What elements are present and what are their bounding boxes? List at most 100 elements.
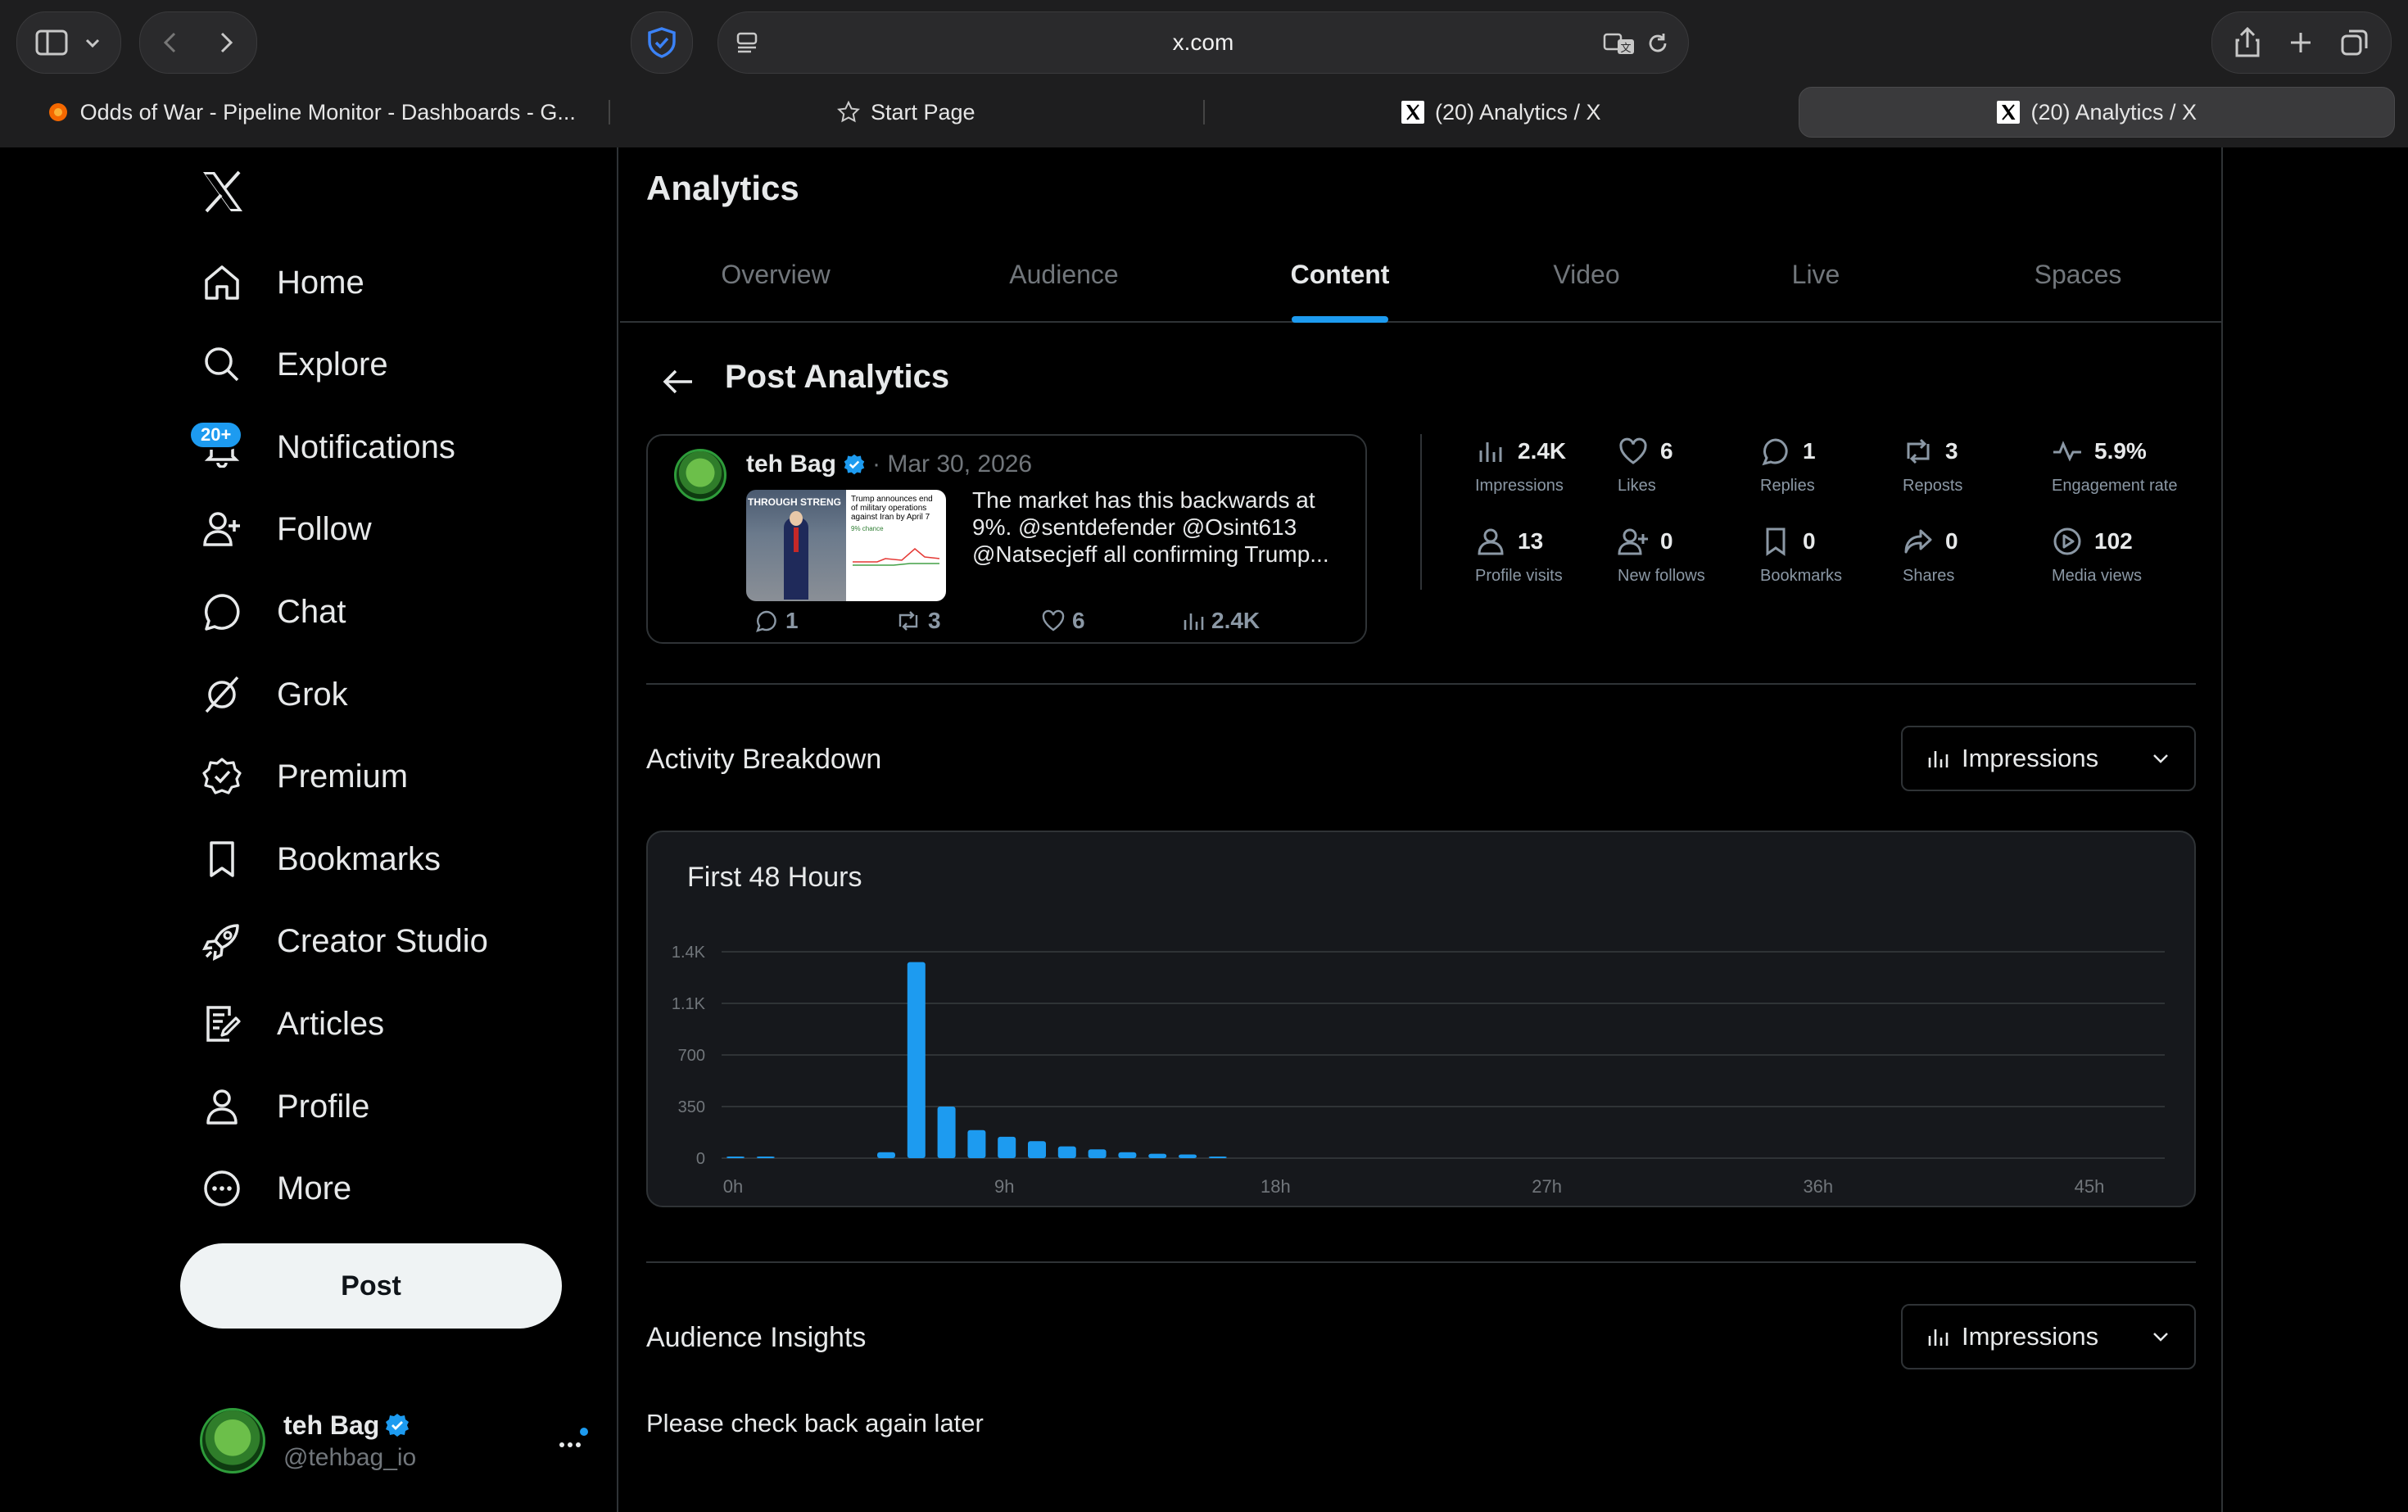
post-button[interactable]: Post [180,1243,562,1329]
post-avatar [674,449,726,501]
post-date: · Mar 30, 2026 [872,450,1033,478]
stats-divider [1420,434,1422,590]
thumbnail-photo: THROUGH STRENG [746,490,846,601]
nav-notifications[interactable]: 20+ Notifications [188,414,455,480]
sidebar-toggle-button[interactable] [16,11,121,74]
chat-icon [200,590,244,634]
bookmark-icon [200,837,244,881]
browser-tab-active[interactable]: (20) Analytics / X [1798,87,2395,138]
tab-audience[interactable]: Audience [998,226,1129,323]
stat-shares: 0 Shares [1903,526,2050,586]
chart-bar [1208,1157,1227,1158]
rocket-icon [200,919,244,963]
y-tick-label: 1.1K [672,995,706,1013]
nav-articles[interactable]: Articles [200,991,384,1057]
heart-icon [1619,437,1647,464]
nav-premium[interactable]: Premium [200,744,408,809]
thumbnail-chart: Trump announces end of military operatio… [846,490,946,601]
browser-tab[interactable]: (20) Analytics / X [1203,87,1799,138]
tab-spaces[interactable]: Spaces [2021,226,2135,323]
tab-overview-icon[interactable] [2340,28,2370,57]
nav-label: Follow [277,510,372,547]
nav-grok[interactable]: Grok [200,662,348,727]
browser-tab[interactable]: Start Page [608,87,1204,138]
stat-impressions: 2.4K Impressions [1475,436,1623,496]
nav-follow[interactable]: Follow [200,496,372,562]
y-tick-label: 1.4K [672,944,706,962]
tab-title: (20) Analytics / X [1434,99,1601,124]
y-tick-label: 0 [696,1150,705,1168]
nav-explore[interactable]: Explore [200,332,388,397]
chart-svg: 0 350 700 1.1K 1.4K 0h 9h 18h 27h 36h 45h [672,944,2165,1197]
chart-bar [907,962,926,1158]
post-likes[interactable]: 6 [1041,608,1085,634]
tab-title: Odds of War - Pipeline Monitor - Dashboa… [79,99,576,124]
bar-chart-icon [1928,751,1949,767]
history-nav [139,11,257,74]
nav-home[interactable]: Home [200,250,364,315]
repost-icon [1907,438,1930,464]
nav-label: More [277,1170,352,1206]
account-switcher[interactable]: teh Bag @tehbag_io [200,1404,593,1478]
nav-label: Profile [277,1088,370,1125]
person-icon [1478,528,1504,555]
y-tick-label: 700 [678,1047,705,1065]
x-tick-label: 0h [723,1176,743,1197]
tab-live[interactable]: Live [1775,226,1857,323]
impressions-chart: First 48 Hours 0 350 700 1.1K 1.4K 0h 9h 18h 27h… [646,831,2196,1207]
chart-bar [1028,1141,1046,1158]
browser-tab[interactable]: Odds of War - Pipeline Monitor - Dashboa… [13,87,609,138]
chart-bar [877,1152,895,1158]
chevron-down-icon [2153,754,2168,763]
reply-icon [756,610,776,632]
forward-icon[interactable] [213,30,238,55]
nav-label: Chat [277,593,346,630]
grok-icon [200,672,244,717]
bar-chart-icon [1479,442,1502,462]
nav-more[interactable]: More [200,1156,351,1221]
tab-content[interactable]: Content [1291,226,1389,323]
chart-bar [1148,1153,1167,1158]
nav-label: Articles [277,1005,385,1042]
post-reposts[interactable]: 3 [895,608,941,634]
tab-title: Start Page [870,99,975,124]
insights-metric-dropdown[interactable]: Impressions [1901,1304,2196,1369]
chart-bar [756,1157,775,1158]
back-icon[interactable] [159,30,183,55]
shield-button[interactable] [631,11,693,74]
more-circle-icon [200,1166,244,1211]
post-media-thumbnail[interactable]: THROUGH STRENG Trump announces end of mi… [746,490,946,601]
tab-video[interactable]: Video [1537,226,1636,323]
post-card[interactable]: teh Bag · Mar 30, 2026 THROUGH STRENG Tr… [646,434,1367,644]
notification-badge: 20+ [188,420,244,450]
add-person-icon [1618,528,1648,555]
new-tab-icon[interactable] [2288,29,2314,56]
x-tick-label: 27h [1532,1176,1562,1197]
tab-overview[interactable]: Overview [710,226,841,323]
nav-creator-studio[interactable]: Creator Studio [200,908,488,974]
nav-profile[interactable]: Profile [200,1074,369,1139]
page-menu-icon[interactable] [735,30,759,55]
translate-icon[interactable]: 文 [1603,31,1636,56]
browser-chrome: x.com 文 Odds of War - Pipeline Monitor -… [0,0,2408,147]
nav-label: Premium [277,758,409,794]
address-bar[interactable]: x.com 文 [717,11,1689,74]
back-arrow-icon[interactable] [659,362,699,401]
post-replies[interactable]: 1 [754,608,799,634]
insights-empty-message: Please check back again later [646,1409,984,1437]
nav-label: Explore [277,346,388,383]
stat-media-views: 102 Media views [2052,526,2199,586]
nav-chat[interactable]: Chat [200,579,346,645]
chart-bar [1179,1154,1197,1158]
sidebar-icon [35,29,68,56]
nav-bookmarks[interactable]: Bookmarks [200,826,441,892]
post-views[interactable]: 2.4K [1182,608,1260,634]
x-logo-icon[interactable] [200,169,246,215]
share-icon[interactable] [2234,27,2261,58]
nav-label: Notifications [277,428,455,465]
account-more-icon[interactable] [555,1425,588,1458]
activity-metric-dropdown[interactable]: Impressions [1901,726,2196,791]
section-divider [646,683,2196,685]
reload-icon[interactable] [1645,31,1670,56]
x-icon [1996,100,2021,124]
